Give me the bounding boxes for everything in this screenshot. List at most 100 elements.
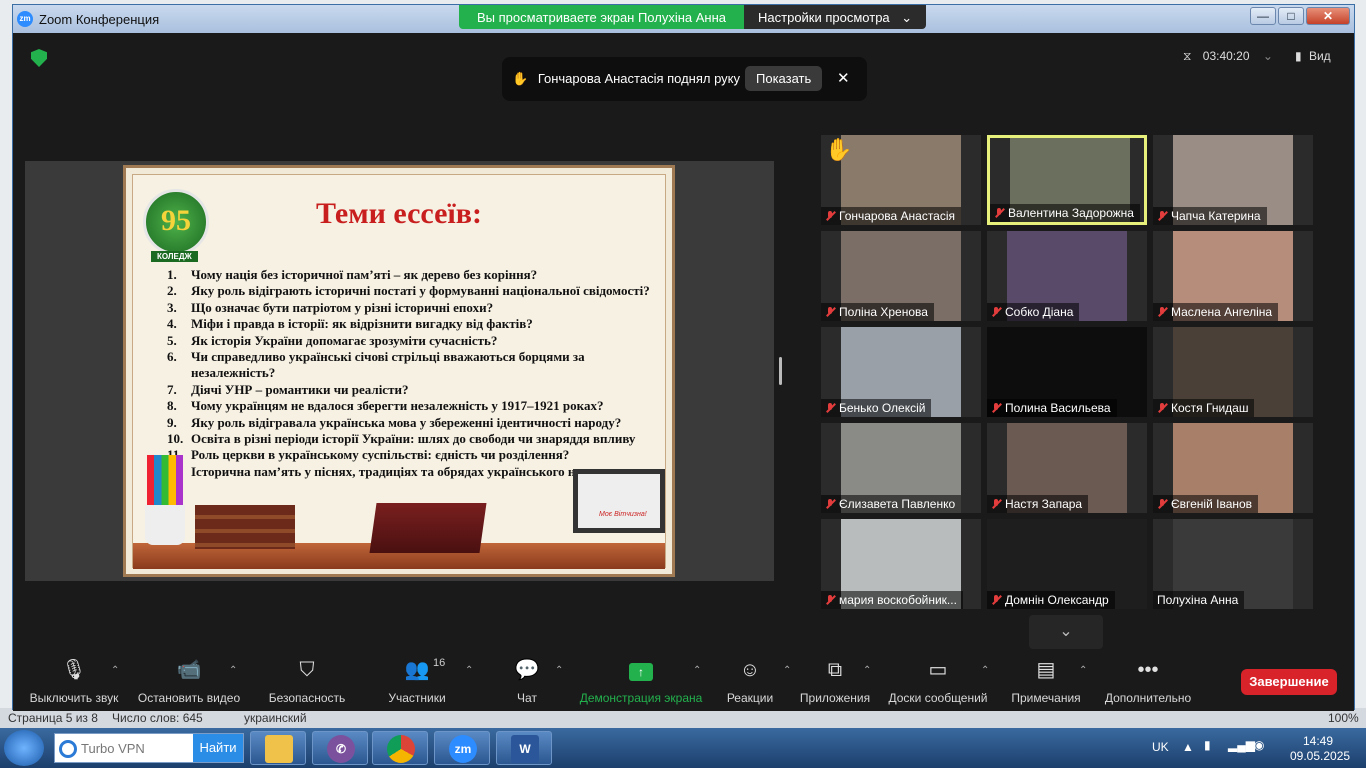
participant-tile[interactable]: Чапча Катерина xyxy=(1153,135,1313,225)
network-icon[interactable]: ▂▄▆ xyxy=(1228,738,1255,752)
participant-name: Бенько Олексій xyxy=(839,401,926,415)
show-hidden-icons-icon[interactable]: ▲ xyxy=(1182,740,1194,754)
notes-button[interactable]: ▤ Примечания ⌃ xyxy=(1011,653,1087,711)
participant-name: Костя Гнидаш xyxy=(1171,401,1249,415)
topic-number: 4. xyxy=(167,316,177,332)
participant-tile[interactable]: Валентина Задорожна xyxy=(987,135,1147,225)
raised-hand-icon: ✋ xyxy=(512,71,529,86)
close-button[interactable]: ✕ xyxy=(1306,7,1350,25)
search-input[interactable]: Turbo VPN xyxy=(81,741,145,756)
notes-label: Примечания xyxy=(1011,691,1081,705)
word-language[interactable]: украинский xyxy=(244,711,307,725)
show-button[interactable]: Показать xyxy=(745,66,823,91)
participant-name: мария воскобойник... xyxy=(839,593,957,607)
mute-button[interactable]: 🎙 Выключить звук ⌃ xyxy=(27,653,121,711)
chat-button[interactable]: 💬 Чат ⌃ xyxy=(507,653,564,711)
college-emblem-label: КОЛЕДЖ xyxy=(151,251,198,262)
participants-count: 16 xyxy=(433,657,446,669)
taskbar-viber[interactable]: ✆ xyxy=(312,731,368,765)
participant-tile[interactable]: Настя Запара xyxy=(987,423,1147,513)
participant-tile[interactable]: Собко Діана xyxy=(987,231,1147,321)
clock-time: 14:49 xyxy=(1302,734,1334,748)
participant-name: Домнін Олександр xyxy=(1005,593,1109,607)
chevron-down-icon[interactable]: ⌄ xyxy=(1263,49,1273,63)
gallery-down-button[interactable]: ⌄ xyxy=(1029,615,1103,649)
participant-tile[interactable]: Бенько Олексій xyxy=(821,327,981,417)
start-button[interactable] xyxy=(4,730,44,766)
stop-video-button[interactable]: 📹 Остановить видео ⌃ xyxy=(137,653,241,711)
minimize-button[interactable]: — xyxy=(1250,7,1276,25)
view-settings-button[interactable]: Настройки просмотра ⌄ xyxy=(744,5,927,29)
windows-taskbar: Turbo VPN Найти ✆ zm W UK ▲ ▮ ▂▄▆ ◉ 14:4… xyxy=(0,728,1366,768)
security-shield-icon: ⛉ xyxy=(299,659,315,681)
meeting-toolbar: 🎙 Выключить звук ⌃ 📹 Остановить видео ⌃ … xyxy=(13,653,1354,711)
topic-number: 10. xyxy=(167,431,184,447)
apps-button[interactable]: ⧉ Приложения ⌃ xyxy=(799,653,872,711)
search-box[interactable]: Turbo VPN Найти xyxy=(54,733,244,763)
system-clock[interactable]: 14:49 09.05.2025 xyxy=(1290,734,1350,764)
taskbar-chrome[interactable] xyxy=(372,731,428,765)
chevron-up-icon[interactable]: ⌃ xyxy=(229,665,237,676)
chevron-up-icon[interactable]: ⌃ xyxy=(783,665,791,676)
participant-tile[interactable]: Маслена Ангеліна xyxy=(1153,231,1313,321)
chevron-up-icon[interactable]: ⌃ xyxy=(863,665,871,676)
topic-text: Що означає бути патріотом у різні істори… xyxy=(191,299,494,315)
taskbar-explorer[interactable] xyxy=(250,731,306,765)
chevron-up-icon[interactable]: ⌃ xyxy=(981,665,989,676)
share-screen-icon: ↑ xyxy=(579,653,703,683)
participant-name: Гончарова Анастасія xyxy=(839,209,956,223)
participant-tile[interactable]: Домнін Олександр xyxy=(987,519,1147,609)
notes-icon: ▤ xyxy=(1036,659,1056,681)
security-button[interactable]: ⛉ Безопасность xyxy=(267,653,347,711)
shield-icon[interactable] xyxy=(31,49,47,67)
participant-tile[interactable]: мария воскобойник... xyxy=(821,519,981,609)
word-word-count[interactable]: Число слов: 645 xyxy=(112,711,203,725)
close-icon[interactable]: ✕ xyxy=(837,69,850,87)
participant-tile[interactable]: Євгеній Іванов xyxy=(1153,423,1313,513)
reactions-button[interactable]: ☺ Реакции ⌃ xyxy=(725,653,792,711)
whiteboards-button[interactable]: ▭ Доски сообщений ⌃ xyxy=(887,653,989,711)
participant-tile[interactable]: Єлизавета Павленко xyxy=(821,423,981,513)
hourglass-icon: ⧖ xyxy=(1183,49,1192,63)
participant-tile[interactable]: Костя Гнидаш xyxy=(1153,327,1313,417)
topic-item: 7. Діячі УНР – романтики чи реалісти? xyxy=(167,382,667,398)
participant-tile[interactable]: ✋ Гончарова Анастасія xyxy=(821,135,981,225)
muted-mic-icon xyxy=(825,403,835,413)
split-resize-handle[interactable] xyxy=(779,357,782,385)
word-page-count[interactable]: Страница 5 из 8 xyxy=(8,711,98,725)
volume-icon[interactable]: ◉ xyxy=(1254,738,1264,752)
participant-name-tag: Єлизавета Павленко xyxy=(821,495,962,513)
topic-item: 1. Чому нація без історичної пам’яті – як… xyxy=(167,267,667,283)
end-meeting-button[interactable]: Завершение xyxy=(1241,669,1337,695)
participant-tile[interactable]: Полина Васильева xyxy=(987,327,1147,417)
taskbar-zoom[interactable]: zm xyxy=(434,731,490,765)
share-screen-button[interactable]: ↑ Демонстрация экрана ⌃ xyxy=(579,653,703,711)
search-button[interactable]: Найти xyxy=(193,734,243,762)
chevron-up-icon[interactable]: ⌃ xyxy=(555,665,563,676)
raised-hand-notification: ✋ Гончарова Анастасія поднял руку Показа… xyxy=(502,57,867,101)
maximize-button[interactable]: □ xyxy=(1278,7,1304,25)
participant-name: Чапча Катерина xyxy=(1171,209,1261,223)
more-button[interactable]: ••• Дополнительно xyxy=(1103,653,1193,711)
taskbar-word[interactable]: W xyxy=(496,731,552,765)
word-zoom[interactable]: 100% xyxy=(1328,711,1359,725)
battery-icon[interactable]: ▮ xyxy=(1204,738,1211,752)
topic-text: Як історія України допомагає зрозуміти с… xyxy=(191,332,498,348)
participant-tile[interactable]: Поліна Хренова xyxy=(821,231,981,321)
shared-screen[interactable]: 95 КОЛЕДЖ Теми ессеїв: 1. Чому нація без … xyxy=(25,161,774,581)
topic-number: 2. xyxy=(167,283,177,299)
chevron-up-icon[interactable]: ⌃ xyxy=(111,665,119,676)
share-banner: Вы просматриваете экран Полухіна Анна На… xyxy=(459,5,927,29)
chevron-up-icon[interactable]: ⌃ xyxy=(693,665,701,676)
word-status-bar: Страница 5 из 8 Число слов: 645 украинск… xyxy=(0,708,1366,728)
participant-tile[interactable]: Полухіна Анна xyxy=(1153,519,1313,609)
zoom-logo-icon: zm xyxy=(17,11,33,27)
chevron-up-icon[interactable]: ⌃ xyxy=(465,665,473,676)
topics-list: 1. Чому нація без історичної пам’яті – як… xyxy=(167,267,667,480)
view-button[interactable]: ▮ Вид xyxy=(1295,49,1331,63)
topic-text: Чому українцям не вдалося зберегти незал… xyxy=(191,398,604,414)
slide-title: Теми ессеїв: xyxy=(316,197,482,230)
language-indicator[interactable]: UK xyxy=(1152,740,1169,754)
chevron-up-icon[interactable]: ⌃ xyxy=(1079,665,1087,676)
participants-button[interactable]: 👥 16 Участники ⌃ xyxy=(385,653,473,711)
